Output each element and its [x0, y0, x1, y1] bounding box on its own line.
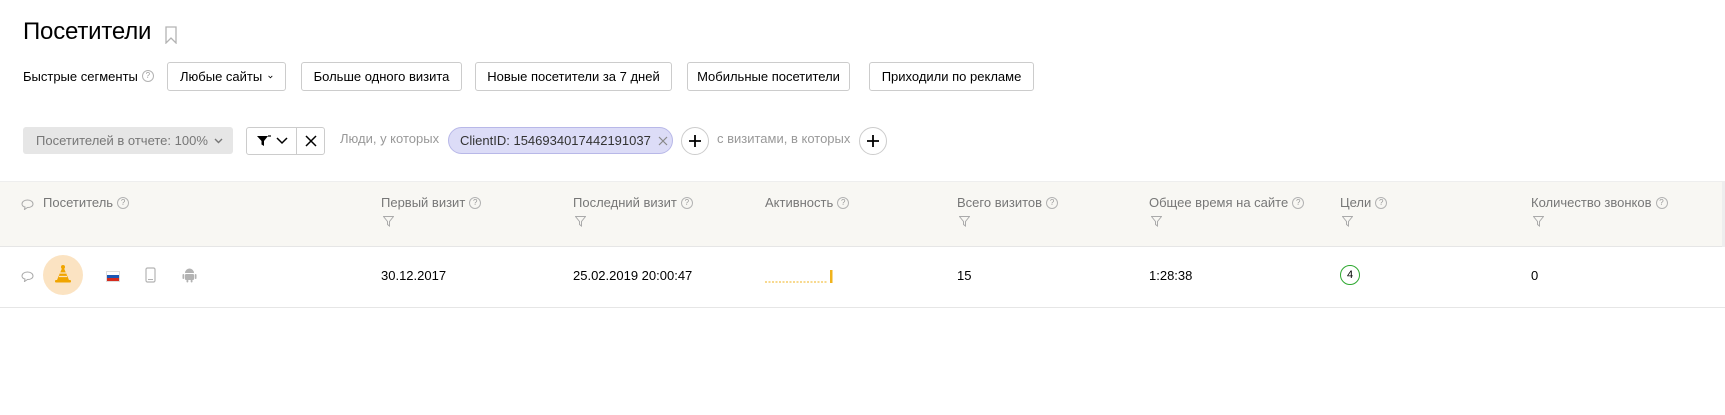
help-icon[interactable]: ?: [1375, 196, 1388, 209]
help-icon[interactable]: ?: [680, 196, 693, 209]
segment-any-sites-button[interactable]: Любые сайты: [167, 62, 286, 91]
column-calls[interactable]: Количество звонков?: [1531, 195, 1668, 210]
first-visit-value: 30.12.2017: [381, 268, 447, 283]
activity-sparkline: [765, 270, 833, 283]
plus-icon: [867, 135, 879, 147]
comment-icon[interactable]: [21, 271, 34, 282]
column-title: Последний визит: [573, 195, 677, 210]
column-total-visits[interactable]: Всего визитов?: [957, 195, 1059, 210]
close-icon: [304, 135, 317, 147]
table-header: Посетитель? Первый визит? Последний визи…: [0, 181, 1725, 247]
filter-icon[interactable]: [959, 216, 970, 227]
filter-controls: [246, 127, 325, 155]
client-id-filter-chip[interactable]: ClientID: 1546934017442191037: [448, 127, 673, 154]
comment-icon: [21, 199, 34, 210]
plus-icon: [689, 135, 701, 147]
android-icon: [182, 268, 197, 283]
visitors-in-report-label: Посетителей в отчете: 100%: [36, 133, 208, 148]
column-title: Общее время на сайте: [1149, 195, 1289, 210]
goals-badge[interactable]: 4: [1340, 265, 1360, 285]
segment-label: Приходили по рекламе: [881, 69, 1022, 84]
segment-label: Новые посетители за 7 дней: [487, 69, 660, 84]
clear-filter-button[interactable]: [297, 128, 324, 154]
filter-dropdown-button[interactable]: [247, 128, 297, 154]
funnel-icon: [256, 135, 271, 146]
mobile-phone-icon: [145, 267, 156, 283]
chip-label: ClientID: 1546934017442191037: [460, 133, 651, 148]
visits-condition-label: с визитами, в которых: [717, 131, 851, 146]
filter-icon[interactable]: [1533, 216, 1544, 227]
segment-mobile-visitors-button[interactable]: Мобильные посетители: [687, 62, 850, 91]
column-title: Цели: [1340, 195, 1372, 210]
help-icon[interactable]: ?: [1046, 196, 1059, 209]
column-first-visit[interactable]: Первый визит?: [381, 195, 482, 210]
help-icon[interactable]: ?: [1655, 196, 1668, 209]
chevron-down-icon: [214, 138, 223, 143]
chevron-down-icon: [275, 137, 288, 145]
column-time-on-site[interactable]: Общее время на сайте?: [1149, 195, 1305, 210]
page-title: Посетители: [23, 18, 152, 45]
segment-more-than-one-visit-button[interactable]: Больше одного визита: [301, 62, 462, 91]
filter-icon[interactable]: [383, 216, 394, 227]
chevron-down-icon: [268, 75, 273, 78]
add-visit-condition-button[interactable]: [859, 127, 887, 155]
time-on-site-value: 1:28:38: [1149, 268, 1193, 283]
visitor-avatar-icon: [55, 265, 71, 283]
calls-value: 0: [1531, 268, 1539, 283]
visitors-in-report-dropdown[interactable]: Посетителей в отчете: 100%: [23, 127, 233, 154]
avatar[interactable]: [43, 255, 83, 295]
remove-chip-icon[interactable]: [658, 136, 668, 146]
filter-icon[interactable]: [1151, 216, 1162, 227]
segments-label: Быстрые сегменты: [23, 68, 138, 84]
column-title: Первый визит: [381, 195, 466, 210]
segment-from-ads-button[interactable]: Приходили по рекламе: [869, 62, 1034, 91]
help-icon[interactable]: ?: [837, 196, 850, 209]
russia-flag-icon: [106, 271, 120, 282]
segment-new-visitors-button[interactable]: Новые посетители за 7 дней: [475, 62, 672, 91]
filter-icon[interactable]: [575, 216, 586, 227]
people-condition-label: Люди, у которых: [340, 131, 440, 146]
help-icon[interactable]: ?: [1292, 196, 1305, 209]
filter-icon[interactable]: [1342, 216, 1353, 227]
segment-label: Больше одного визита: [313, 69, 450, 84]
table-row[interactable]: 30.12.2017 25.02.2019 20:00:47 15 1:28:3…: [0, 247, 1725, 308]
column-visitor[interactable]: Посетитель?: [43, 195, 130, 210]
bookmark-icon[interactable]: [164, 26, 178, 44]
segment-label: Любые сайты: [180, 69, 263, 84]
help-icon[interactable]: ?: [469, 196, 482, 209]
column-activity[interactable]: Активность?: [765, 195, 850, 210]
last-visit-value[interactable]: 25.02.2019 20:00:47: [573, 268, 692, 283]
segment-label: Мобильные посетители: [697, 69, 840, 84]
goals-count: 4: [1346, 269, 1354, 281]
total-visits-value: 15: [957, 268, 972, 283]
column-last-visit[interactable]: Последний визит?: [573, 195, 693, 210]
help-icon[interactable]: ?: [141, 70, 154, 82]
add-people-condition-button[interactable]: [681, 127, 709, 155]
column-title: Количество звонков: [1531, 195, 1652, 210]
column-title: Активность: [765, 195, 834, 210]
column-goals[interactable]: Цели?: [1340, 195, 1388, 210]
help-icon[interactable]: ?: [117, 196, 130, 209]
column-title: Посетитель: [43, 195, 114, 210]
quick-segments: Быстрые сегменты ?: [23, 62, 154, 90]
column-title: Всего визитов: [957, 195, 1043, 210]
